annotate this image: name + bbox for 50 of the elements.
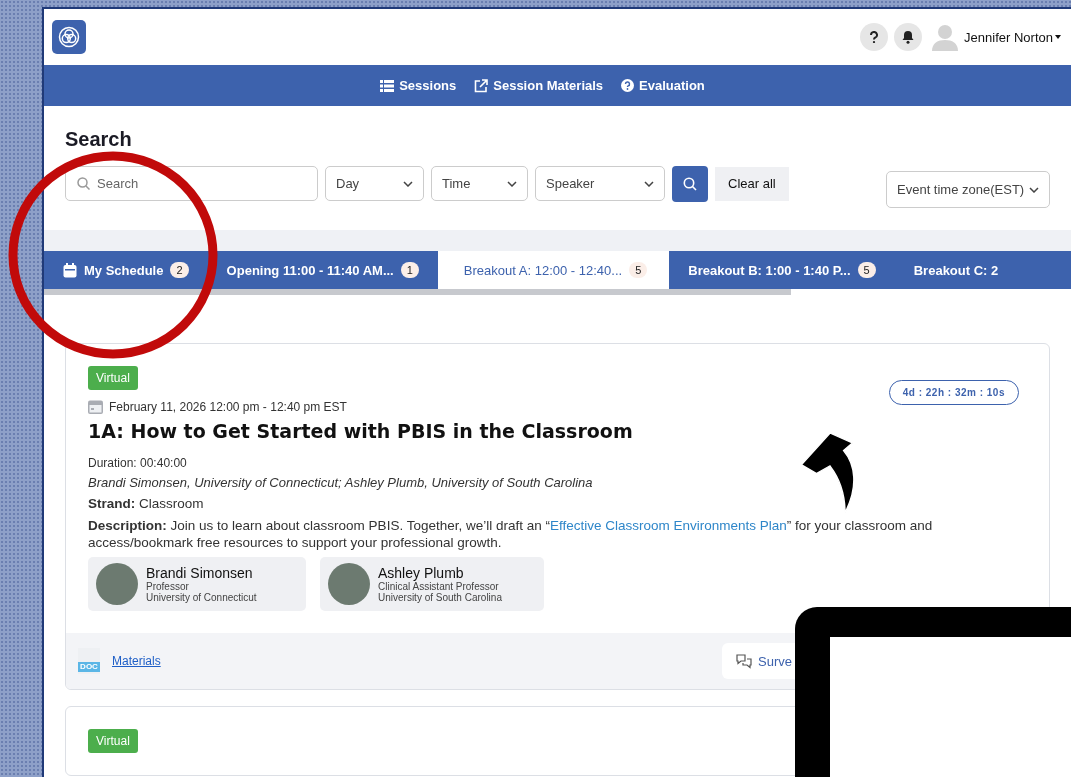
session-datetime: February 11, 2026 12:00 pm - 12:40 pm EST (109, 399, 347, 414)
notification-bell-icon[interactable] (894, 23, 923, 51)
user-silhouette-icon (932, 23, 959, 51)
chevron-down-icon (403, 180, 413, 187)
search-heading: Search (65, 128, 133, 151)
speaker-card[interactable]: Ashley Plumb Clinical Assistant Professor University of South Carolina (320, 557, 544, 611)
presenter-list: Brandi Simonsen, University of Connecticut; Ashley Plumb, University of South Carolina (88, 475, 1027, 490)
session-description: Description: Join us to learn about classroom PBIS. Together, we’ll draft an “Effective Classroom Environments Plan” for your classroom and access/bookmark free resources to support your professional growth. (88, 517, 934, 551)
speaker-affiliation: University of Connecticut (146, 592, 257, 603)
search-icon (77, 177, 90, 190)
calendar-icon (88, 399, 103, 414)
list-icon (380, 79, 395, 92)
speaker-affiliation: University of South Carolina (378, 592, 502, 603)
virtual-badge: Virtual (88, 729, 138, 753)
speaker-card[interactable]: Brandi Simonsen Professor University of Connecticut (88, 557, 306, 611)
timezone-dropdown[interactable]: Event time zone(EST) (886, 171, 1050, 208)
search-button[interactable] (672, 165, 708, 202)
chevron-down-icon (507, 180, 517, 187)
chat-bubbles-icon (736, 653, 752, 669)
session-strand: Strand: Classroom (88, 496, 205, 511)
user-menu[interactable]: Jennifer Norton (964, 29, 1061, 45)
filter-dropdown[interactable]: Day (325, 166, 424, 201)
virtual-badge: Virtual (88, 366, 138, 390)
speaker-role: Professor (146, 581, 190, 592)
speaker-role: Clinical Assistant Professor (378, 581, 500, 592)
plan-link[interactable]: Effective Classroom Environments Plan (549, 518, 787, 533)
speaker-name: Brandi Simonsen (146, 565, 254, 581)
search-icon (683, 176, 697, 191)
calendar-icon (63, 262, 77, 278)
session-duration: Duration: 00:40:00 (88, 456, 188, 470)
speaker-avatar (96, 563, 138, 605)
filter-dropdown[interactable]: Time (431, 166, 528, 201)
speaker-name: Ashley Plumb (378, 565, 465, 581)
materials-link[interactable]: Materials (112, 654, 161, 668)
nav-link[interactable]: Session Materials (474, 78, 604, 93)
speaker-avatar (328, 563, 370, 605)
external-link-icon (474, 78, 489, 93)
chevron-down-icon (644, 180, 654, 187)
chevron-down-icon (1029, 186, 1039, 193)
filter-dropdown[interactable]: Speaker (535, 166, 665, 201)
help-icon[interactable] (860, 23, 889, 51)
session-title: 1A: How to Get Started with PBIS in the Classroom (88, 420, 634, 442)
nav-link[interactable]: Sessions (380, 78, 457, 93)
app-logo-icon[interactable] (52, 20, 86, 54)
file-type-label: DOC (78, 662, 100, 672)
session-tab[interactable]: Breakout A: 12:00 - 12:40... 5 (437, 251, 670, 289)
clear-all-button[interactable]: Clear all (715, 166, 789, 201)
help-icon (621, 79, 635, 92)
search-field[interactable]: Search (65, 166, 318, 201)
nav-link[interactable]: Evaluation (621, 78, 705, 93)
